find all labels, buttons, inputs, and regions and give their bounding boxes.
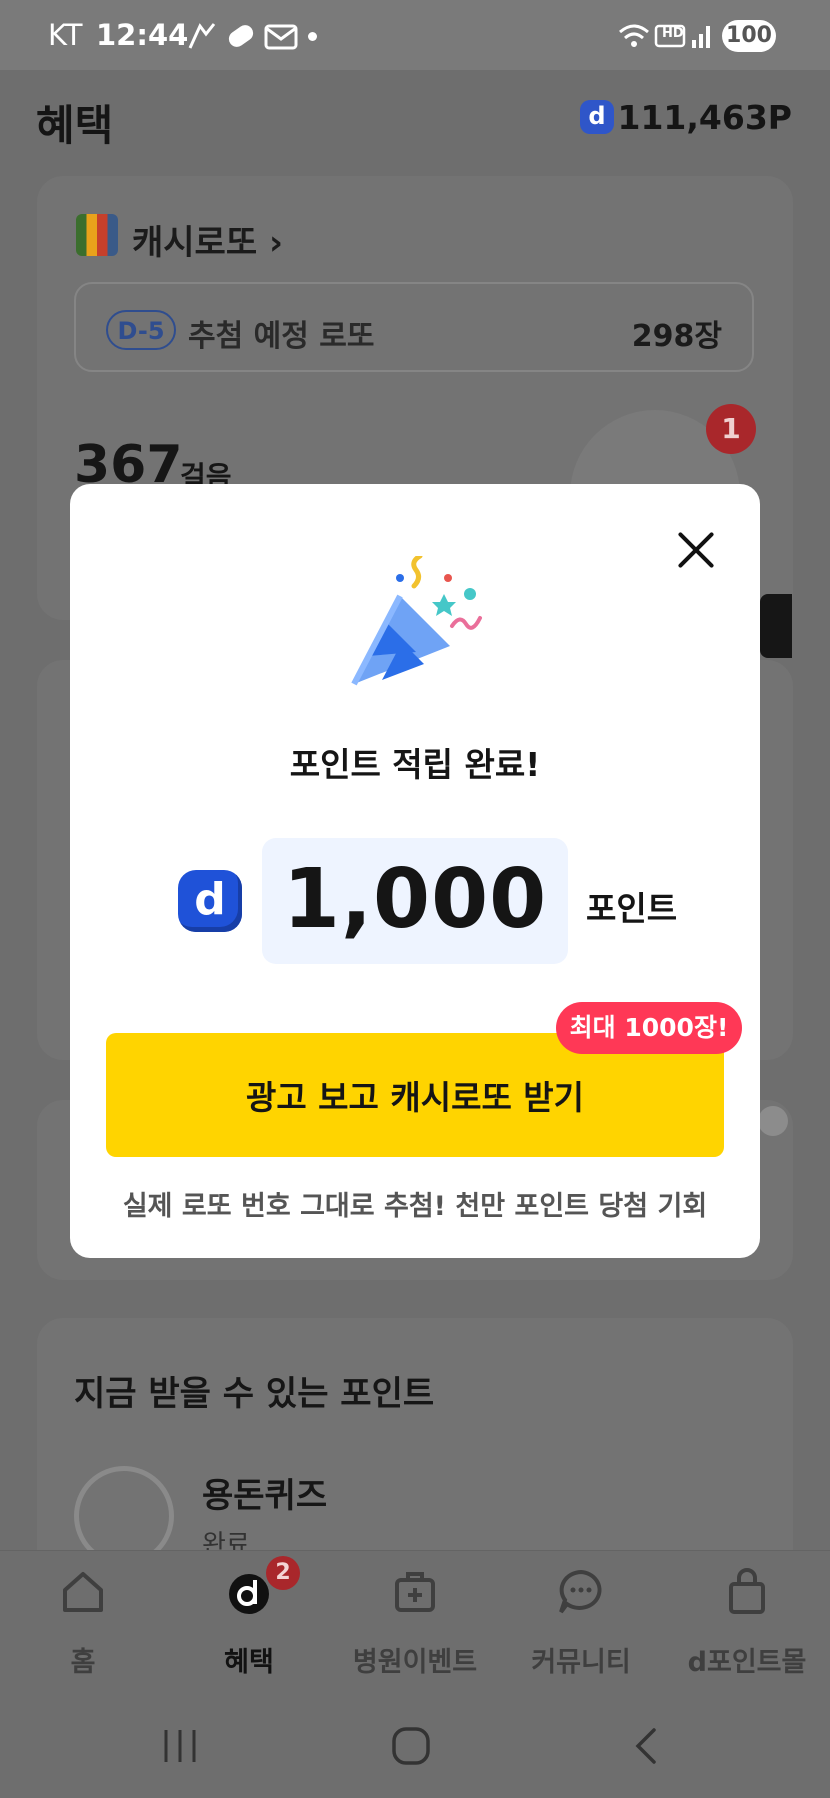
nav-home-label: 홈 <box>70 1647 96 1678</box>
point-balance[interactable]: 111,463P <box>618 98 793 137</box>
earned-amount: 1,000 <box>282 852 548 947</box>
info-icon[interactable] <box>758 1106 788 1136</box>
chevron-right-icon: › <box>268 223 283 263</box>
home-system-icon[interactable] <box>391 1726 431 1766</box>
cash-lotto-title: 캐시로또 <box>132 223 258 263</box>
modal-title: 포인트 적립 완료! <box>289 745 541 784</box>
nav-benefits[interactable]: 혜택 <box>166 1568 332 1679</box>
lotto-bag-icon <box>76 214 118 256</box>
nav-hospital-event-label: 병원이벤트 <box>352 1647 478 1678</box>
nav-community[interactable]: 커뮤니티 <box>498 1568 664 1679</box>
lotto-reward-badge: 1 <box>706 404 756 454</box>
nav-community-label: 커뮤니티 <box>531 1647 631 1678</box>
page-title: 혜택 <box>36 101 114 150</box>
recent-apps-icon[interactable] <box>160 1726 200 1766</box>
nav-hospital-event[interactable]: 병원이벤트 <box>332 1568 498 1679</box>
close-icon[interactable] <box>670 524 722 576</box>
max-tickets-badge: 최대 1000장! <box>556 1002 742 1054</box>
nav-home[interactable]: 홈 <box>0 1568 166 1679</box>
d-point-coin-icon: d <box>178 870 242 932</box>
status-notification-icons <box>188 23 298 50</box>
battery-indicator: 100 <box>722 20 776 52</box>
nav-benefits-badge: 2 <box>266 1556 300 1590</box>
status-time: 12:44 <box>96 18 189 52</box>
nav-point-mall[interactable]: d포인트몰 <box>664 1568 830 1679</box>
modal-footer-text: 실제 로또 번호 그대로 추첨! 천만 포인트 당첨 기회 <box>122 1191 708 1222</box>
scheduled-lotto-label: 추첨 예정 로또 <box>188 319 375 354</box>
dday-badge: D-5 <box>106 310 176 350</box>
d-point-coin-icon: d <box>580 100 614 134</box>
nav-benefits-label: 혜택 <box>224 1647 274 1678</box>
shopping-bag-icon <box>729 1568 765 1614</box>
earned-amount-unit: 포인트 <box>586 889 678 928</box>
party-popper-icon <box>351 556 482 686</box>
hd-label: HD <box>662 26 684 41</box>
cash-lotto-link[interactable]: 캐시로또 › <box>132 215 283 264</box>
back-icon[interactable] <box>628 1726 668 1766</box>
quiz-title[interactable]: 용돈퀴즈 <box>202 1468 327 1517</box>
side-tooltip <box>760 594 792 658</box>
nav-point-mall-label: d포인트몰 <box>687 1647 807 1678</box>
points-available-title: 지금 받을 수 있는 포인트 <box>74 1374 435 1414</box>
medical-kit-icon <box>395 1572 435 1612</box>
scheduled-lotto-count: 298장 <box>631 319 722 354</box>
notification-dot <box>308 32 317 41</box>
home-icon <box>63 1572 103 1612</box>
carrier-label: KT <box>48 18 83 52</box>
chat-bubble-icon <box>559 1569 602 1614</box>
